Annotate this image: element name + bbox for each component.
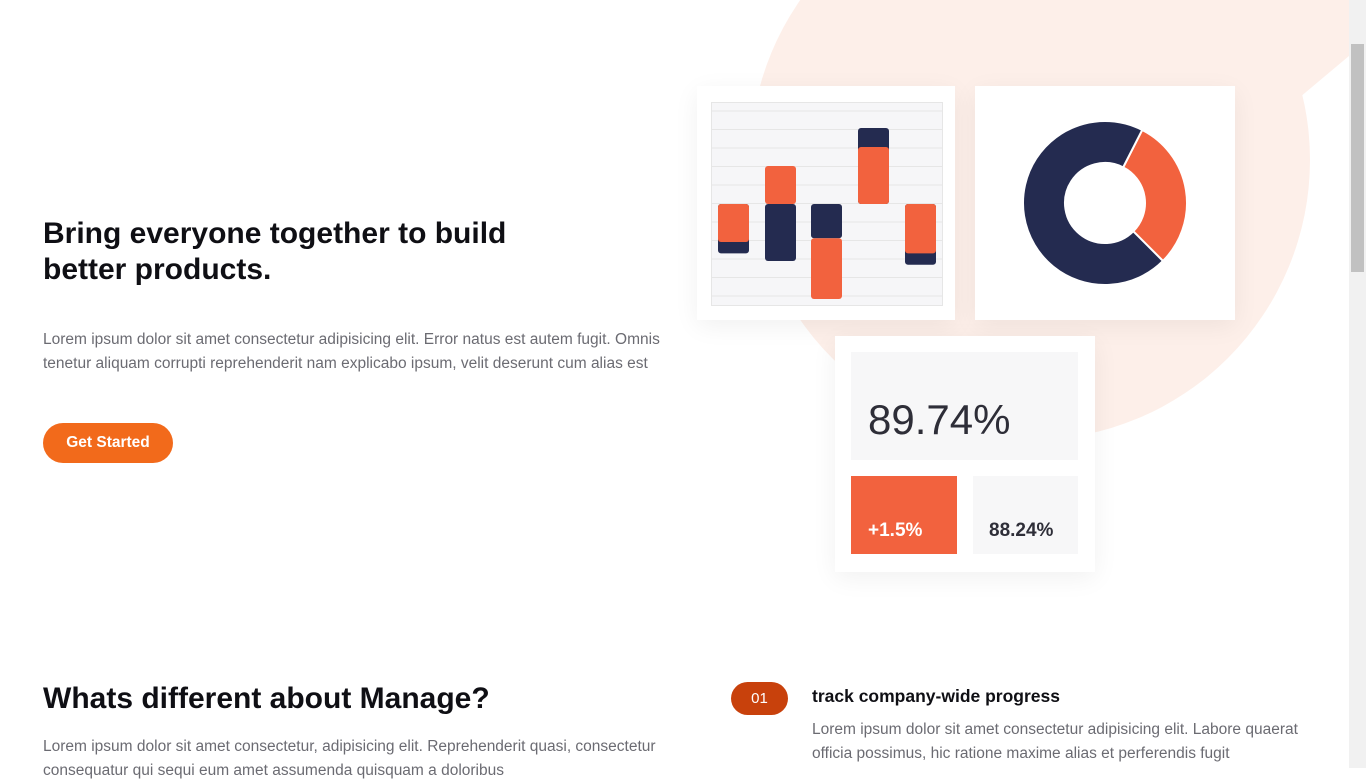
- bar-navy-3: [811, 204, 842, 239]
- vertical-scrollbar[interactable]: [1349, 0, 1366, 768]
- feature-title: track company-wide progress: [812, 686, 1060, 706]
- section-description: Lorem ipsum dolor sit amet consectetur, …: [43, 738, 656, 779]
- hero-title: Bring everyone together to build better …: [43, 217, 507, 286]
- stat-change-box: +1.5%: [851, 476, 957, 554]
- stat-main-box: 89.74%: [851, 352, 1078, 460]
- feature-number-badge: 01: [731, 682, 788, 715]
- stats-card: 89.74% +1.5% 88.24%: [835, 336, 1095, 572]
- stat-secondary-box: 88.24%: [973, 476, 1078, 554]
- bar-chart-card: [697, 86, 955, 320]
- bar-orange-5: [905, 204, 936, 254]
- bar-orange-4: [858, 147, 889, 204]
- stat-main-value: 89.74%: [868, 396, 1011, 443]
- get-started-button[interactable]: Get Started: [43, 423, 173, 463]
- donut-chart: [1022, 120, 1188, 286]
- bar-chart-plot: [711, 102, 943, 306]
- hero-description: Lorem ipsum dolor sit amet consectetur a…: [43, 331, 660, 372]
- bar-orange-2: [765, 166, 796, 204]
- stat-change-value: +1.5%: [868, 520, 923, 541]
- donut-chart-card: [975, 86, 1235, 320]
- section-title: Whats different about Manage?: [43, 682, 490, 715]
- stat-secondary-value: 88.24%: [989, 520, 1054, 541]
- bar-chart: [712, 110, 942, 299]
- scrollbar-thumb[interactable]: [1351, 44, 1364, 272]
- bar-navy-2: [765, 204, 796, 261]
- bar-orange-1: [718, 204, 749, 242]
- feature-description: Lorem ipsum dolor sit amet consectetur a…: [812, 721, 1298, 762]
- bar-orange-3: [811, 238, 842, 299]
